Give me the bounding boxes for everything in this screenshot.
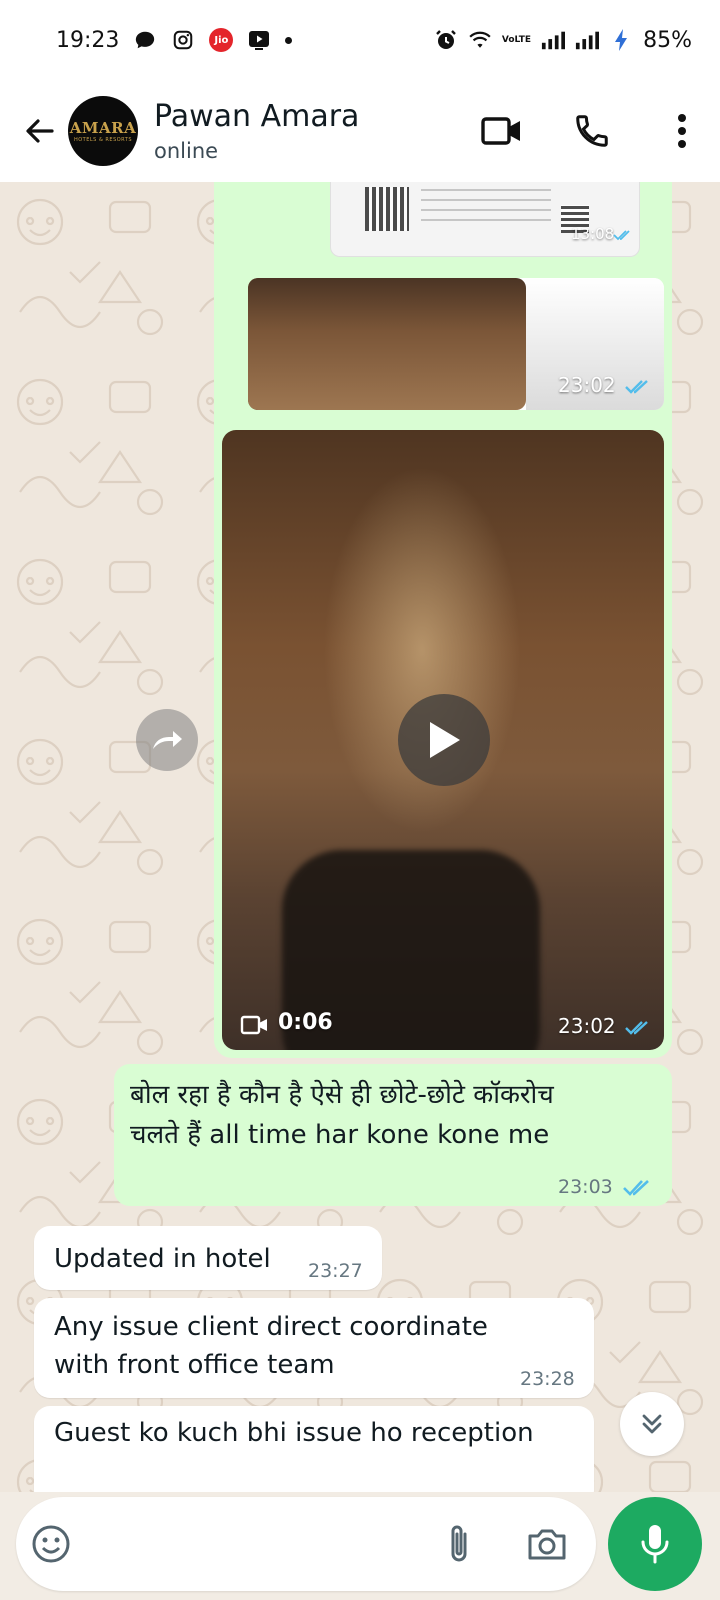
camera-button[interactable]	[522, 1519, 572, 1569]
avatar-brand-text: AMARA	[69, 119, 137, 137]
message-text-field[interactable]	[86, 1517, 436, 1571]
forward-button[interactable]	[136, 709, 198, 771]
read-ticks-icon	[625, 380, 648, 394]
charging-bolt-icon	[609, 28, 633, 52]
message-input-bar[interactable]	[16, 1497, 596, 1591]
alarm-icon	[434, 28, 458, 52]
chat-header: AMARA HOTELS & RESORTS Pawan Amara onlin…	[0, 80, 720, 182]
more-options-button[interactable]	[662, 101, 702, 161]
incoming-message-text: Guest ko kuch bhi issue ho reception	[54, 1418, 534, 1448]
wifi-icon	[468, 28, 492, 52]
status-bar: 19:23 Jio VoLTE 85%	[0, 0, 720, 80]
read-ticks-icon	[613, 230, 630, 241]
emoji-button[interactable]	[28, 1521, 74, 1567]
video-time: 23:02	[558, 1014, 616, 1038]
message-text-line-1: बोल रहा है कौन है ऐसे ही छोटे-छोटे कॉकरो…	[130, 1080, 554, 1110]
ticket-image-time: 13:08	[571, 225, 615, 243]
camera-icon	[528, 1529, 566, 1560]
qr-code-left	[365, 187, 409, 231]
incoming-message-text: Updated in hotel	[54, 1244, 271, 1274]
video-camera-icon	[481, 117, 520, 145]
more-vertical-icon	[678, 114, 686, 148]
arrow-left-icon	[26, 119, 54, 143]
paperclip-icon	[451, 1525, 467, 1562]
photo-message-image[interactable]: 23:02	[248, 278, 664, 410]
more-notifications-dot	[285, 36, 293, 44]
voice-call-button[interactable]	[562, 101, 622, 161]
message-notification-icon	[133, 28, 157, 52]
read-ticks-icon	[623, 1180, 649, 1196]
video-camera-small-icon	[240, 1015, 267, 1035]
attach-button[interactable]	[436, 1519, 482, 1569]
incoming-message-time: 23:28	[520, 1368, 575, 1390]
contact-name: Pawan Amara	[154, 99, 360, 134]
read-ticks-icon	[625, 1021, 648, 1035]
ticket-text-lines	[421, 189, 551, 229]
chat-messages-area[interactable]: 13:08 23:02 0:06 23:02 बोल रहा है कौन है…	[0, 182, 720, 1492]
video-thumbnail[interactable]: 0:06 23:02	[222, 430, 664, 1050]
contact-status: online	[154, 139, 219, 163]
scroll-to-bottom-button[interactable]	[620, 1392, 684, 1456]
back-button[interactable]	[10, 101, 68, 161]
incoming-message-time: 23:27	[308, 1260, 363, 1282]
message-text-line-2: चलते हैं all time har kone kone me	[130, 1120, 550, 1150]
incoming-message-line-1: Any issue client direct coordinate	[54, 1312, 488, 1342]
incoming-message-line-2: with front office team	[54, 1350, 335, 1380]
instagram-icon	[171, 28, 195, 52]
battery-percent: 85%	[643, 27, 692, 53]
photo-time: 23:02	[558, 373, 616, 397]
play-icon	[430, 722, 460, 758]
emoji-icon	[32, 1525, 70, 1563]
media-player-icon	[247, 28, 271, 52]
video-duration: 0:06	[278, 1010, 333, 1035]
forward-icon	[153, 731, 182, 749]
message-time: 23:03	[558, 1176, 613, 1198]
video-call-button[interactable]	[472, 101, 532, 161]
status-time: 19:23	[56, 27, 120, 53]
volte-label: VoLTE	[501, 35, 532, 45]
boarding-pass-image[interactable]: 13:08	[330, 182, 640, 257]
play-button[interactable]	[398, 694, 490, 786]
signal-strength-icon-1	[541, 28, 566, 52]
phone-icon	[576, 115, 608, 147]
avatar-subtitle-text: HOTELS & RESORTS	[73, 137, 133, 143]
avatar[interactable]: AMARA HOTELS & RESORTS	[68, 96, 138, 166]
signal-strength-icon-2	[575, 28, 600, 52]
jio-icon: Jio	[209, 28, 234, 52]
chevron-double-down-icon	[642, 1414, 662, 1434]
microphone-icon	[641, 1525, 669, 1564]
contact-info[interactable]: Pawan Amara online	[154, 99, 359, 163]
voice-message-button[interactable]	[608, 1497, 702, 1591]
